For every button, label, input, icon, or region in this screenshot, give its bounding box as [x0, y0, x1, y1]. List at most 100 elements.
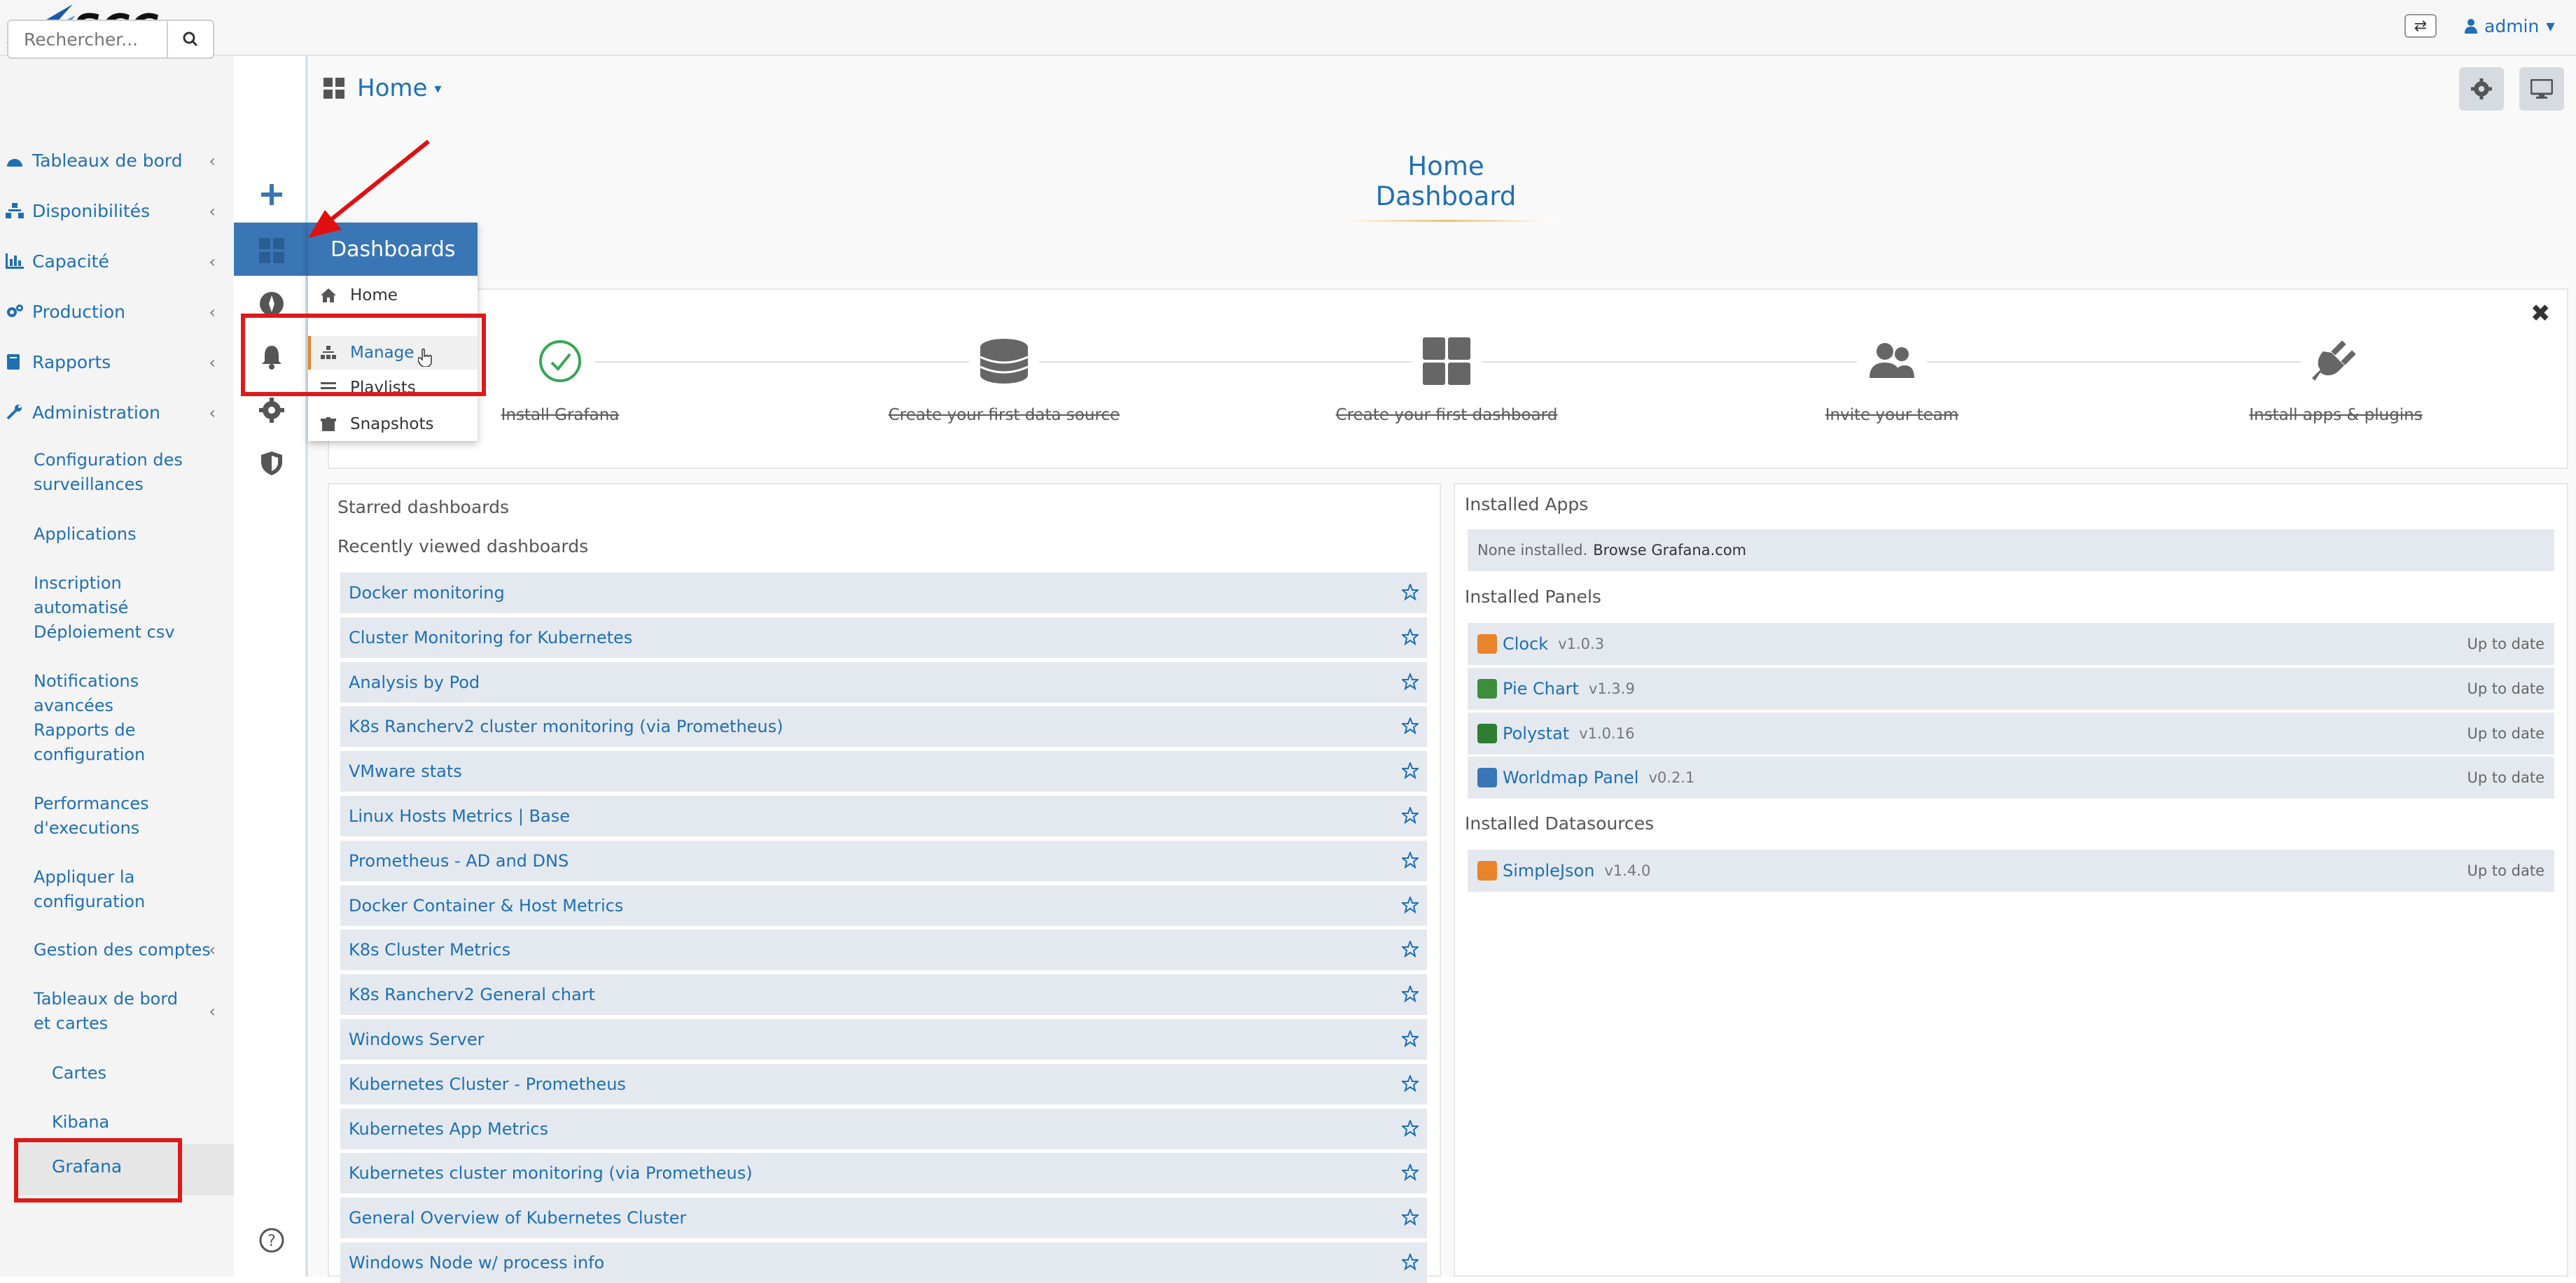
dashboard-list-item[interactable]: Cluster Monitoring for Kubernetes: [340, 617, 1427, 658]
star-icon[interactable]: [1400, 626, 1420, 648]
dashboard-list-item[interactable]: Docker monitoring: [340, 573, 1427, 613]
plugin-row[interactable]: Worldmap Panel v0.2.1 Up to date: [1468, 757, 2554, 799]
user-name: admin: [2484, 15, 2540, 36]
main-sidebar: [0, 56, 234, 1277]
installed-apps-row: None installed. Browse Grafana.com: [1468, 529, 2554, 571]
admin-appliquer-configuration[interactable]: Appliquer la configuration: [34, 865, 216, 914]
star-icon[interactable]: [1400, 1207, 1420, 1228]
star-icon[interactable]: [1400, 1073, 1420, 1095]
nav-tableaux-de-bord[interactable]: Tableaux de bord ‹: [6, 143, 216, 178]
admin-performances-executions[interactable]: Performances d'executions: [34, 792, 216, 841]
dashboard-settings-button[interactable]: [2459, 67, 2504, 111]
create-plus-icon[interactable]: [258, 181, 286, 209]
step-invite-team[interactable]: Invite your team: [1745, 336, 2039, 424]
chevron-left-icon: ‹: [209, 252, 216, 272]
dashboard-list-item[interactable]: Prometheus - AD and DNS: [340, 840, 1427, 881]
plugin-status: Up to date: [2467, 724, 2545, 742]
dashboard-list-item[interactable]: K8s Cluster Metrics: [340, 930, 1427, 971]
dashboard-list-item[interactable]: Linux Hosts Metrics | Base: [340, 796, 1427, 836]
boards-cartes[interactable]: Cartes: [52, 1061, 106, 1086]
server-admin-shield-icon[interactable]: [258, 449, 286, 477]
browse-grafana-link[interactable]: Browse Grafana.com: [1593, 542, 1746, 559]
dashboard-list-item[interactable]: Docker Container & Host Metrics: [340, 885, 1427, 926]
svg-text:?: ?: [267, 1233, 276, 1250]
tv-mode-button[interactable]: [2519, 67, 2564, 111]
star-icon[interactable]: [1400, 1163, 1420, 1184]
star-icon[interactable]: [1400, 850, 1420, 871]
dashboard-list-item[interactable]: Analysis by Pod: [340, 661, 1427, 703]
admin-inscription-automatise[interactable]: Inscription automatisé: [34, 571, 216, 620]
plugin-row[interactable]: Polystat v1.0.16 Up to date: [1468, 712, 2554, 755]
chevron-left-icon: ‹: [209, 353, 216, 372]
nav-capacite[interactable]: Capacité ‹: [6, 244, 216, 279]
star-icon[interactable]: [1400, 1118, 1420, 1140]
star-icon[interactable]: [1400, 895, 1420, 916]
cogs-icon: [6, 304, 28, 319]
users-icon: [1857, 336, 1927, 386]
dashboard-list-item[interactable]: General Overview of Kubernetes Cluster: [340, 1198, 1427, 1239]
star-icon[interactable]: [1400, 984, 1420, 1005]
plugin-row[interactable]: Pie Chart v1.3.9 Up to date: [1468, 667, 2554, 710]
star-icon[interactable]: [1400, 806, 1420, 827]
chevron-left-icon: ‹: [209, 151, 216, 171]
boards-kibana[interactable]: Kibana: [52, 1110, 109, 1135]
admin-notifications-avancees[interactable]: Notifications avancées: [34, 669, 216, 718]
exchange-button[interactable]: ⇄: [2404, 14, 2437, 38]
configuration-gear-icon[interactable]: [258, 396, 286, 424]
search-input[interactable]: [7, 20, 168, 59]
user-menu[interactable]: admin ▼: [2465, 14, 2555, 38]
star-icon[interactable]: [1400, 716, 1420, 737]
nav-rapports[interactable]: Rapports ‹: [6, 344, 216, 379]
dashboard-list-item[interactable]: Kubernetes App Metrics: [340, 1108, 1427, 1149]
search-button[interactable]: [167, 20, 214, 59]
admin-gestion-comptes[interactable]: Gestion des comptes ‹: [34, 938, 216, 962]
dashboards-grid-icon[interactable]: [258, 237, 286, 265]
dashboard-list-item[interactable]: Kubernetes Cluster - Prometheus: [340, 1063, 1427, 1105]
caret-down-icon: ▾: [434, 80, 442, 97]
plugin-row[interactable]: Clock v1.0.3 Up to date: [1468, 623, 2554, 665]
star-icon[interactable]: [1400, 671, 1420, 693]
chevron-left-icon: ‹: [209, 940, 216, 960]
top-bar: SCC ⇄ admin ▼: [0, 0, 2576, 56]
step-create-dashboard[interactable]: Create your first dashboard: [1300, 336, 1594, 424]
dashboard-list-item[interactable]: K8s Rancherv2 General chart: [340, 974, 1427, 1016]
installed-datasources-heading: Installed Datasources: [1465, 813, 1655, 834]
dashboard-picker[interactable]: Home ▾: [323, 74, 441, 102]
star-icon[interactable]: [1400, 1252, 1420, 1273]
plug-icon: [2301, 336, 2371, 386]
admin-deploiement-csv[interactable]: Déploiement csv: [34, 620, 216, 645]
dashboard-list-item[interactable]: VMware stats: [340, 751, 1427, 792]
admin-tableaux-cartes[interactable]: Tableaux de bord et cartes ‹: [34, 987, 216, 1036]
step-create-data-source[interactable]: Create your first data source: [857, 336, 1151, 424]
admin-applications[interactable]: Applications: [34, 522, 216, 547]
help-icon[interactable]: ?: [258, 1226, 286, 1254]
plugin-logo-icon: [1477, 678, 1497, 699]
close-icon[interactable]: ✖: [2530, 300, 2551, 328]
star-icon[interactable]: [1400, 582, 1420, 603]
none-installed-text: None installed.: [1477, 542, 1588, 559]
plugin-row[interactable]: SimpleJson v1.4.0 Up to date: [1468, 850, 2554, 892]
dashboard-icon: [6, 153, 28, 168]
star-icon[interactable]: [1400, 939, 1420, 960]
admin-rapports-configuration[interactable]: Rapports de configuration: [34, 718, 216, 767]
chevron-left-icon: ‹: [209, 1002, 216, 1021]
nav-administration[interactable]: Administration ‹: [6, 395, 216, 430]
dashboard-list-item[interactable]: Windows Node w/ process info: [340, 1242, 1427, 1283]
menu-item-snapshots[interactable]: Snapshots: [321, 410, 434, 438]
nav-disponibilites[interactable]: Disponibilités ‹: [6, 193, 216, 228]
menu-item-home[interactable]: Home: [321, 281, 398, 309]
plugin-logo-icon: [1477, 768, 1497, 788]
dashboard-list-item[interactable]: K8s Rancherv2 cluster monitoring (via Pr…: [340, 706, 1427, 748]
database-icon: [969, 336, 1039, 386]
plugin-logo-icon: [1477, 634, 1497, 654]
plugin-status: Up to date: [2467, 680, 2545, 697]
step-install-plugins[interactable]: Install apps & plugins: [2189, 336, 2483, 424]
dashboard-list-item[interactable]: Windows Server: [340, 1019, 1427, 1060]
star-icon[interactable]: [1400, 761, 1420, 782]
nav-production[interactable]: Production ‹: [6, 294, 216, 329]
grafana-highlight-box: [14, 1138, 182, 1203]
admin-configuration-surveillances[interactable]: Configuration des surveillances: [34, 448, 216, 497]
star-icon[interactable]: [1400, 1029, 1420, 1050]
installed-panels-heading: Installed Panels: [1465, 587, 1601, 607]
dashboard-list-item[interactable]: Kubernetes cluster monitoring (via Prome…: [340, 1153, 1427, 1194]
